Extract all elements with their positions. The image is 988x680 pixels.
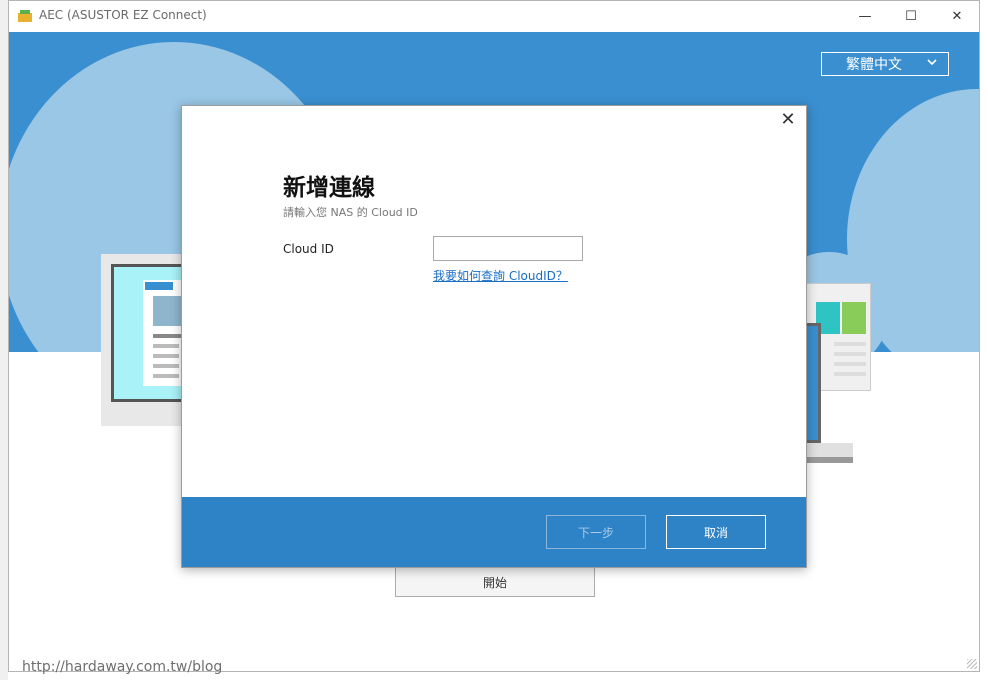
monitor-illustration xyxy=(805,323,821,443)
cloud-id-help-link[interactable]: 我要如何查詢 CloudID？ xyxy=(433,267,568,284)
dialog-footer: 下一步 取消 xyxy=(182,497,806,567)
chevron-down-icon xyxy=(927,59,937,66)
window-title: AEC (ASUSTOR EZ Connect) xyxy=(39,8,207,22)
add-connection-dialog: ✕ 新增連線 請輸入您 NAS 的 Cloud ID Cloud ID 我要如何… xyxy=(181,105,807,568)
resize-grip[interactable] xyxy=(967,659,977,669)
minimize-button[interactable]: — xyxy=(842,1,888,32)
close-window-button[interactable]: ✕ xyxy=(934,1,979,32)
watermark-text: http://hardaway.com.tw/blog xyxy=(22,659,223,675)
title-bar[interactable]: AEC (ASUSTOR EZ Connect) — ☐ ✕ xyxy=(9,1,979,32)
dialog-close-button[interactable]: ✕ xyxy=(778,110,798,130)
dialog-title: 新增連線 xyxy=(283,175,375,201)
language-select-value: 繁體中文 xyxy=(846,57,902,73)
dialog-subtitle: 請輸入您 NAS 的 Cloud ID xyxy=(283,206,418,219)
language-select[interactable]: 繁體中文 xyxy=(821,52,949,76)
app-logo-icon xyxy=(18,10,32,22)
monitor-stand xyxy=(805,443,853,463)
cloud-id-label: Cloud ID xyxy=(283,242,334,256)
next-button[interactable]: 下一步 xyxy=(546,515,646,549)
computer-illustration xyxy=(101,254,191,426)
cloud-id-input[interactable] xyxy=(433,236,583,261)
desktop-background xyxy=(0,0,8,680)
maximize-button[interactable]: ☐ xyxy=(888,1,934,32)
cancel-button[interactable]: 取消 xyxy=(666,515,766,549)
start-button[interactable]: 開始 xyxy=(395,567,595,597)
computer-illustration-right xyxy=(805,283,871,467)
